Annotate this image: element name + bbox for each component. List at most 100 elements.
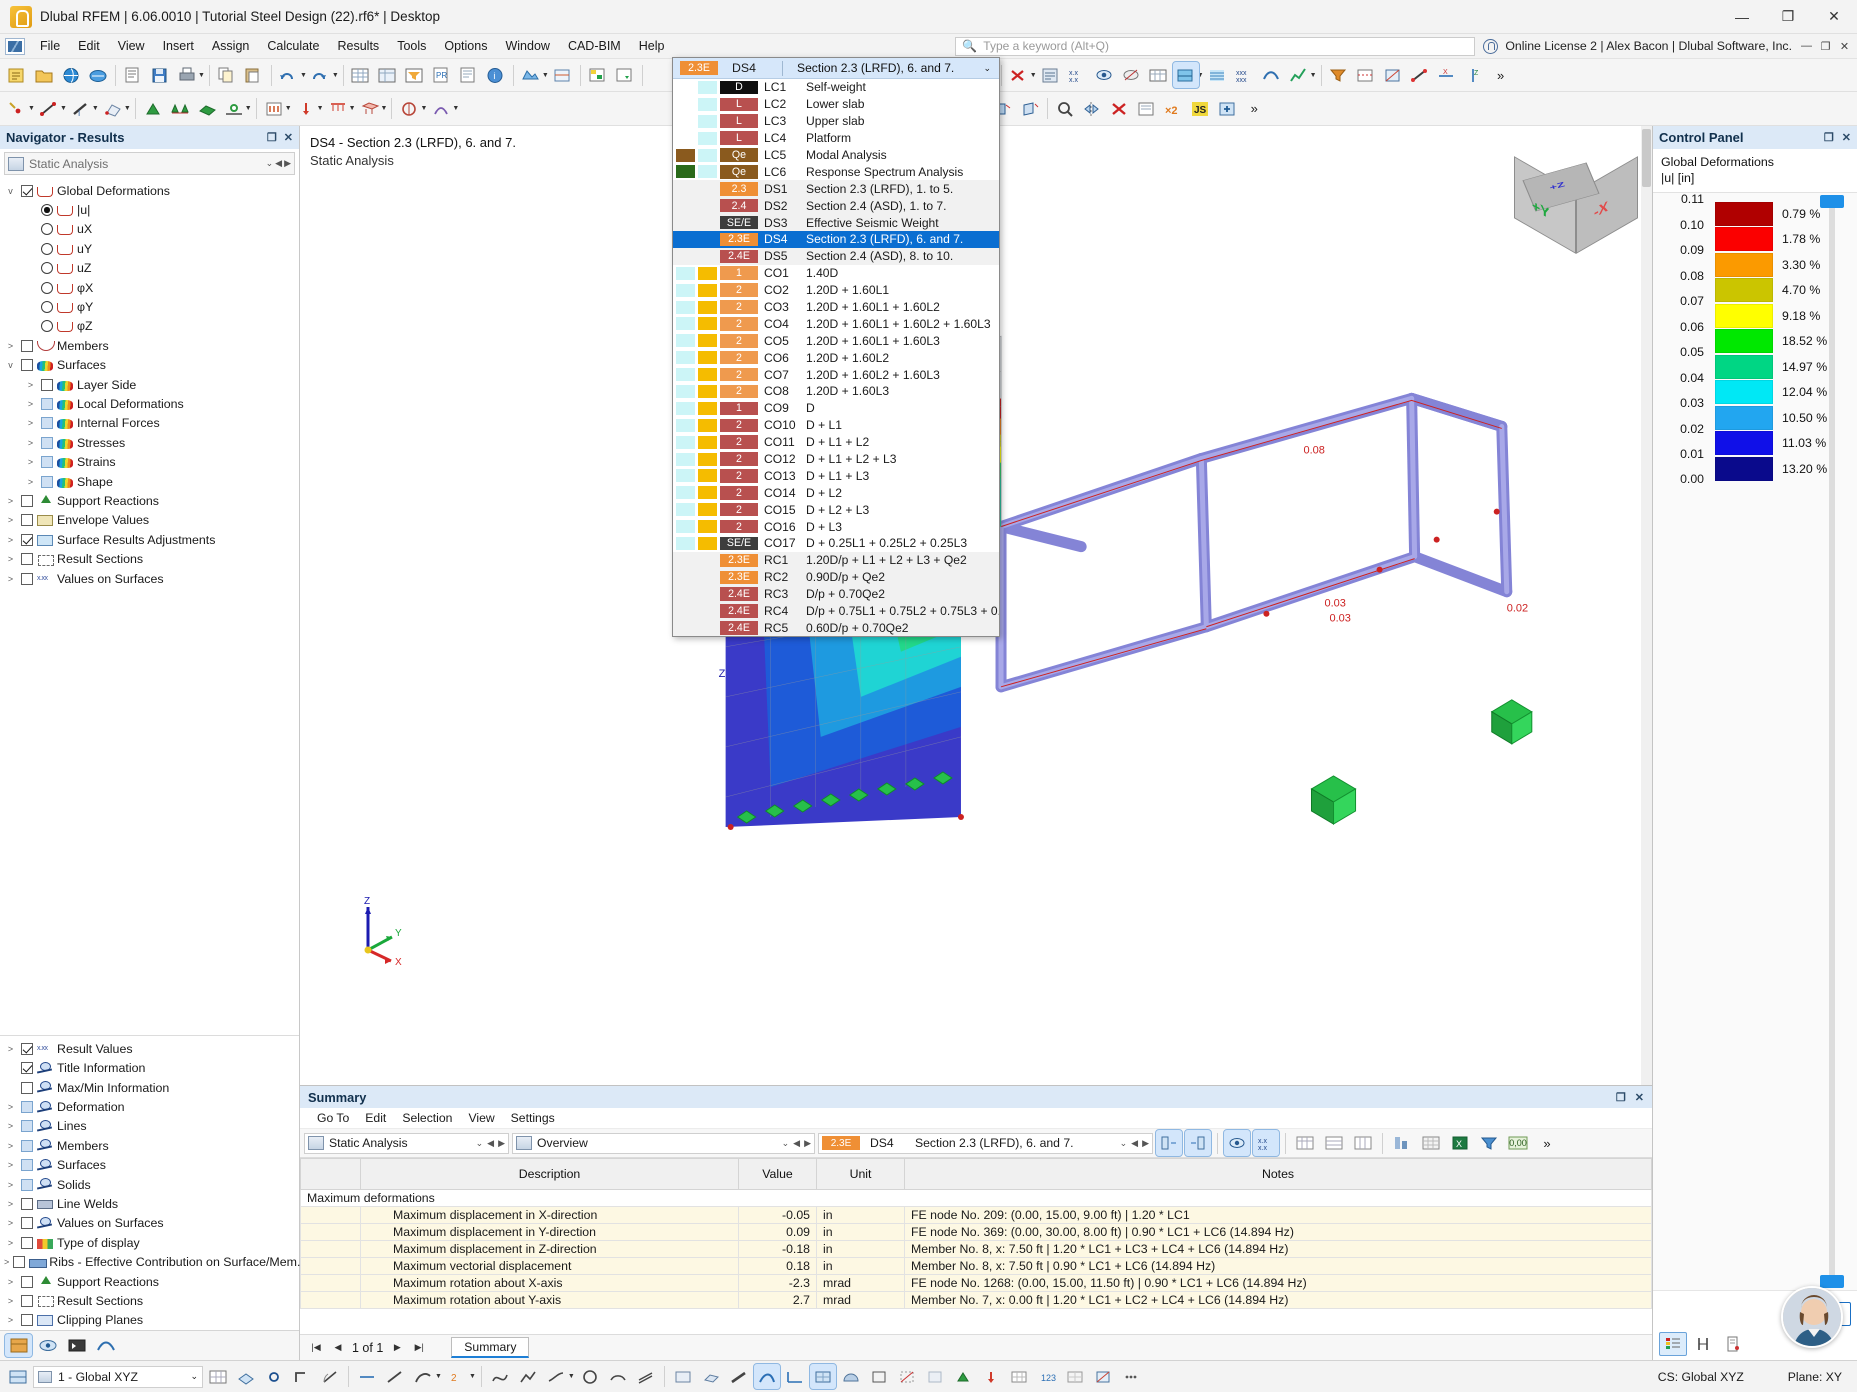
summary-table-cols-icon[interactable] <box>1350 1130 1376 1156</box>
menu-view[interactable]: View <box>109 36 154 56</box>
tree-expander-icon[interactable]: > <box>4 1141 17 1151</box>
tree-item-surfaces[interactable]: > Surfaces <box>0 1155 299 1174</box>
tree-expander-icon[interactable]: > <box>4 1257 9 1267</box>
dropdown-option-ds5[interactable]: 2.4E DS5 Section 2.4 (ASD), 8. to 10. <box>673 247 999 265</box>
tree-radio[interactable] <box>41 204 53 217</box>
dropdown-option-lc6[interactable]: Qe LC6 Response Spectrum Analysis <box>673 163 999 180</box>
tree-checkbox[interactable] <box>21 359 33 372</box>
undo-icon[interactable] <box>276 62 302 88</box>
control-panel-float-icon[interactable]: ❐ <box>1824 131 1834 144</box>
dropdown-option-lc1[interactable]: D LC1 Self-weight <box>673 79 999 96</box>
status-line-tool-icon[interactable] <box>382 1364 408 1389</box>
table-row[interactable]: Maximum displacement in Y-direction 0.09 i… <box>300 1223 1652 1241</box>
status-clip-icon[interactable] <box>1090 1364 1116 1389</box>
dropdown-option-rc2[interactable]: 2.3E RC2 0.90D/p + Qe2 <box>673 568 999 586</box>
info-icon[interactable]: i <box>483 62 509 88</box>
overflow-icon[interactable]: » <box>1488 62 1514 88</box>
summary-table-container[interactable]: Description Value Unit Notes Maximum def… <box>300 1158 1652 1334</box>
dropdown-option-co17[interactable]: SE/E CO17 D + 0.25L1 + 0.25L2 + 0.25L3 <box>673 535 999 552</box>
tree-expander-icon[interactable]: > <box>4 1296 17 1306</box>
navigator-tab-display-icon[interactable] <box>34 1334 61 1357</box>
free-load-icon[interactable] <box>396 96 422 122</box>
tree-checkbox[interactable] <box>21 1159 33 1172</box>
status-layer-icon[interactable]: 2 <box>444 1364 470 1389</box>
tree-item-envelope-values[interactable]: > Envelope Values <box>0 511 299 530</box>
menu-assign[interactable]: Assign <box>203 36 259 56</box>
summary-table-all-icon[interactable] <box>1292 1130 1318 1156</box>
surface-insert-icon[interactable] <box>100 96 126 122</box>
control-panel-close-icon[interactable]: ✕ <box>1842 131 1851 144</box>
table-filter-icon[interactable] <box>402 62 428 88</box>
result-values-icon[interactable]: x.x x.x <box>1065 62 1091 88</box>
tree-item-internal-forces[interactable]: > Internal Forces <box>0 414 299 433</box>
tree-expander-icon[interactable]: > <box>4 535 17 545</box>
tree-item-global-deformations[interactable]: v Global Deformations <box>0 181 299 200</box>
dropdown-option-co14[interactable]: 2 CO14 D + L2 <box>673 484 999 501</box>
tree-item-deformation[interactable]: > Deformation <box>0 1097 299 1116</box>
summary-close-icon[interactable]: ✕ <box>1635 1091 1644 1104</box>
tree-item-line-welds[interactable]: > Line Welds <box>0 1194 299 1213</box>
navigator-display-tree[interactable]: > x.xx Result Values Title Information Max/M… <box>0 1039 307 1330</box>
tree-checkbox[interactable] <box>21 1178 33 1191</box>
tree-expander-icon[interactable]: > <box>24 438 37 448</box>
tree-checkbox[interactable] <box>21 1236 33 1249</box>
tree-item-values-on-surfaces[interactable]: > x.xx Values on Surfaces <box>0 569 299 588</box>
legend-color-band[interactable] <box>1715 252 1773 277</box>
status-spline-icon[interactable] <box>487 1364 513 1389</box>
tree-checkbox[interactable] <box>21 572 33 585</box>
tree-radio[interactable] <box>41 223 53 236</box>
tree-item-u[interactable]: |u| <box>0 200 299 219</box>
support-agent-avatar[interactable] <box>1781 1286 1843 1348</box>
results-eye-off-icon[interactable] <box>1119 62 1145 88</box>
tree-radio[interactable] <box>41 320 53 333</box>
tree-expander-icon[interactable]: > <box>4 1102 17 1112</box>
dropdown-option-co1[interactable]: 1 CO1 1.40D <box>673 265 999 282</box>
status-more-icon[interactable] <box>1118 1364 1144 1389</box>
status-hidden-icon[interactable] <box>894 1364 920 1389</box>
clear-results-icon[interactable] <box>1006 62 1032 88</box>
tree-radio[interactable] <box>41 262 53 275</box>
tree-expander-icon[interactable]: > <box>4 1160 17 1170</box>
tree-radio[interactable] <box>41 242 53 255</box>
tree-item-surface-results-adjustments[interactable]: > Surface Results Adjustments <box>0 530 299 549</box>
status-result-icon[interactable] <box>752 1363 781 1390</box>
summary-case-prev-icon[interactable]: ◀ <box>1131 1138 1138 1149</box>
summary-menu-view[interactable]: View <box>461 1109 501 1127</box>
legend-band-row[interactable]: 0.01 13.20 % 0.00 <box>1653 447 1857 486</box>
tree-checkbox[interactable] <box>41 436 53 449</box>
tree-checkbox[interactable] <box>21 1101 33 1113</box>
print-icon[interactable] <box>174 62 200 88</box>
table-row[interactable]: Maximum displacement in Z-direction -0.18… <box>300 1240 1652 1258</box>
legend-color-band[interactable] <box>1715 303 1773 328</box>
tree-item-support-reactions[interactable]: > Support Reactions <box>0 491 299 510</box>
status-circle-icon[interactable] <box>577 1364 603 1389</box>
tree-item-support-reactions[interactable]: > Support Reactions <box>0 1272 299 1291</box>
combo-chevron-down-icon[interactable]: ⌄ <box>266 158 274 169</box>
menu-edit[interactable]: Edit <box>69 36 109 56</box>
result-diagram-icon[interactable] <box>1286 62 1312 88</box>
tree-expander-icon[interactable]: > <box>24 457 37 467</box>
menu-results[interactable]: Results <box>329 36 389 56</box>
web-services-icon[interactable] <box>58 62 84 88</box>
status-polar-icon[interactable] <box>317 1364 343 1389</box>
node-insert-icon[interactable] <box>4 96 30 122</box>
tree-expander-icon[interactable]: > <box>4 1044 17 1054</box>
table-row[interactable]: Maximum rotation about X-axis -2.3 mrad FE … <box>300 1274 1652 1292</box>
member-hinge-icon[interactable] <box>221 96 247 122</box>
legend-color-band[interactable] <box>1715 380 1773 405</box>
tree-expander-icon[interactable]: > <box>4 496 17 506</box>
surface-support-icon[interactable] <box>194 96 220 122</box>
dropdown-option-co15[interactable]: 2 CO15 D + L2 + L3 <box>673 501 999 518</box>
tree-checkbox[interactable] <box>21 553 33 566</box>
tree-checkbox[interactable] <box>21 1081 33 1094</box>
summary-menu-settings[interactable]: Settings <box>504 1109 562 1127</box>
menu-calculate[interactable]: Calculate <box>258 36 328 56</box>
table-row[interactable]: Maximum vectorial displacement 0.18 in Memb… <box>300 1257 1652 1275</box>
menu-window[interactable]: Window <box>496 36 558 56</box>
result-color-legend[interactable]: 0.11 0.79 % 0.10 1.78 % 0.09 3.30 % 0.08 4.70 %… <box>1653 192 1857 1290</box>
status-dim-icon[interactable] <box>354 1364 380 1389</box>
printout-report-icon[interactable]: PR <box>429 62 455 88</box>
viewport-scrollbar[interactable] <box>1641 126 1652 1085</box>
tree-item-values-on-surfaces[interactable]: > Values on Surfaces <box>0 1214 299 1233</box>
menu-help[interactable]: Help <box>630 36 674 56</box>
